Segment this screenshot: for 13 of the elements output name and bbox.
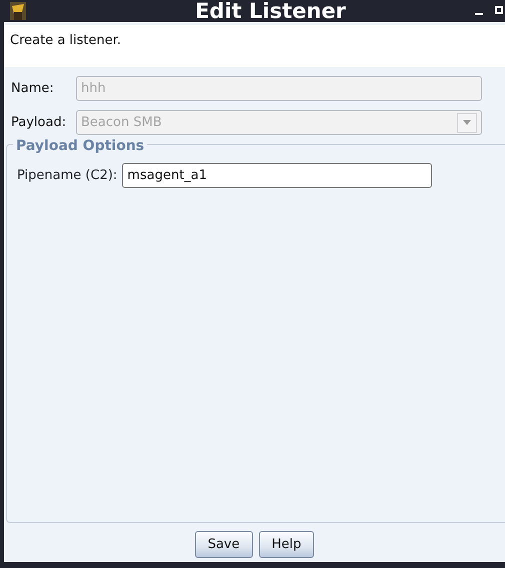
field-label: Payload: xyxy=(11,114,68,132)
input-field[interactable]: msagent_a1 xyxy=(122,163,432,188)
field-label: Pipename (C2): xyxy=(17,166,118,185)
maximize-icon[interactable] xyxy=(495,6,503,14)
dialog-button[interactable]: Save xyxy=(194,531,253,558)
payload-dropdown: Beacon SMB xyxy=(76,110,482,135)
dialog-button[interactable]: Help xyxy=(258,531,314,558)
window-title: Edit Listener xyxy=(194,0,347,22)
app-icon xyxy=(10,2,26,20)
description-text: Create a listener. xyxy=(4,25,505,67)
input-field: hhh xyxy=(76,76,482,101)
field-label: Name: xyxy=(11,80,55,98)
caret-icon xyxy=(463,120,471,125)
